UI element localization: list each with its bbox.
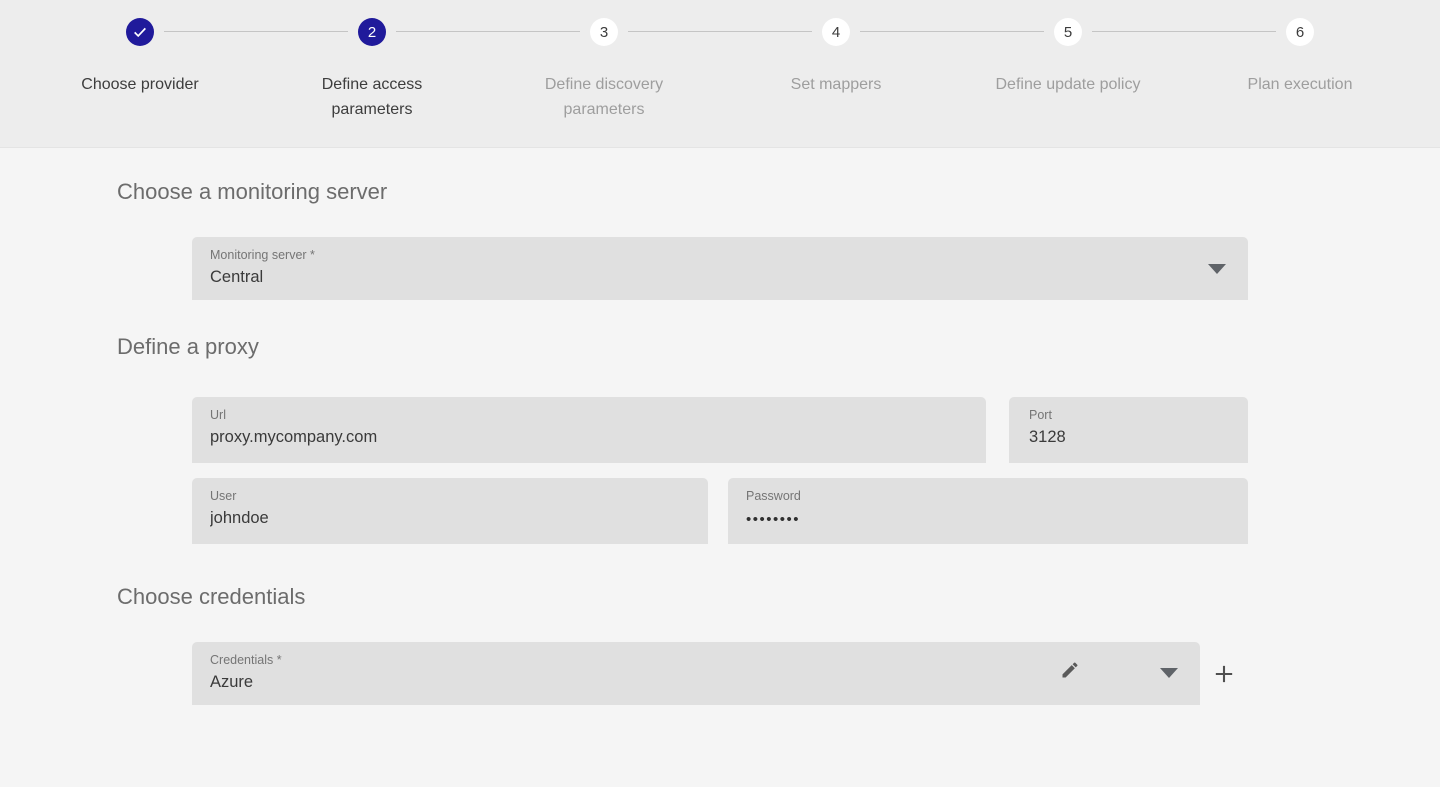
proxy-password-input[interactable] [746, 511, 1230, 528]
step-define-discovery-parameters[interactable]: 3 Define discovery parameters [519, 18, 689, 122]
proxy-user-input[interactable] [210, 509, 690, 528]
step-label: Plan execution [1215, 72, 1385, 97]
selected-value: Central [210, 268, 263, 287]
edit-icon [1060, 660, 1080, 680]
proxy-port-input[interactable] [1029, 428, 1232, 447]
step-set-mappers[interactable]: 4 Set mappers [751, 18, 921, 97]
proxy-port-field: Port [1009, 397, 1248, 463]
wizard-stepper: Choose provider 2 Define access paramete… [0, 0, 1440, 148]
monitoring-server-select[interactable]: Monitoring server * Central [192, 237, 1248, 300]
field-label: Port [1029, 408, 1052, 422]
add-icon [1210, 660, 1238, 688]
step-plan-execution[interactable]: 6 Plan execution [1215, 18, 1385, 97]
step-label: Define access parameters [287, 72, 457, 122]
step-indicator: 4 [822, 18, 850, 46]
step-label: Choose provider [55, 72, 225, 97]
add-credentials-button[interactable] [1210, 660, 1238, 688]
edit-credentials-button[interactable] [1058, 658, 1082, 682]
selected-value: Azure [210, 673, 253, 692]
proxy-user-field: User [192, 478, 708, 544]
dropdown-arrow-icon[interactable] [1160, 668, 1178, 678]
step-indicator: 5 [1054, 18, 1082, 46]
proxy-password-field: Password [728, 478, 1248, 544]
step-indicator-completed [126, 18, 154, 46]
proxy-url-field: Url [192, 397, 986, 463]
field-label: Monitoring server * [210, 248, 315, 262]
section-heading-proxy: Define a proxy [117, 334, 259, 360]
step-define-update-policy[interactable]: 5 Define update policy [983, 18, 1153, 97]
step-define-access-parameters[interactable]: 2 Define access parameters [287, 18, 457, 122]
step-label: Define discovery parameters [519, 72, 689, 122]
step-indicator: 6 [1286, 18, 1314, 46]
section-heading-credentials: Choose credentials [117, 584, 305, 610]
step-indicator: 3 [590, 18, 618, 46]
credentials-select[interactable]: Credentials * Azure [192, 642, 1200, 705]
step-label: Set mappers [751, 72, 921, 97]
proxy-url-input[interactable] [210, 428, 968, 447]
section-heading-monitoring-server: Choose a monitoring server [117, 179, 387, 205]
step-indicator-active: 2 [358, 18, 386, 46]
provider-wizard-page: Choose provider 2 Define access paramete… [0, 0, 1440, 787]
step-label: Define update policy [983, 72, 1153, 97]
field-label: Credentials * [210, 653, 282, 667]
field-label: Password [746, 489, 801, 503]
field-label: Url [210, 408, 226, 422]
step-choose-provider[interactable]: Choose provider [55, 18, 225, 97]
check-icon [132, 24, 148, 40]
field-label: User [210, 489, 236, 503]
dropdown-arrow-icon[interactable] [1208, 264, 1226, 274]
